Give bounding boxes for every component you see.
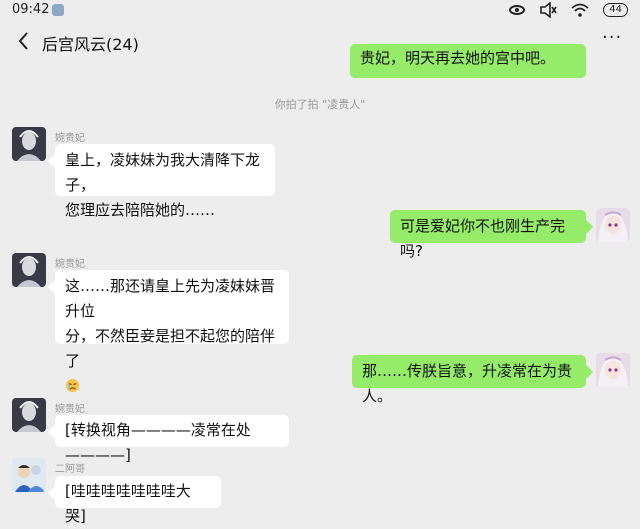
message-bubble-in[interactable]: [转换视角————凌常在处————] <box>55 415 289 464</box>
message-text-line: 皇上，凌妹妹为我大清降下龙子， <box>65 151 261 194</box>
message-bubble-out[interactable]: 贵妃，明天再去她的宫中吧。 <box>350 44 586 78</box>
my-avatar[interactable] <box>596 353 630 387</box>
notification-app-icon <box>52 4 64 16</box>
more-icon[interactable]: ··· <box>602 29 622 50</box>
message-bubble-out[interactable]: 可是爱妃你不也刚生产完吗? <box>390 210 586 260</box>
avatar[interactable] <box>12 127 46 161</box>
message-text-line: 这……那还请皇上先为凌妹妹晋升位 <box>65 277 276 320</box>
system-notice: 你拍了拍 "凌贵人" <box>274 98 366 111</box>
sender-name: 二阿哥 <box>55 464 85 475</box>
status-icons: 44 <box>509 2 628 18</box>
avatar-image <box>12 398 46 432</box>
avatar[interactable] <box>12 458 46 492</box>
my-avatar[interactable] <box>596 208 630 242</box>
message-text-line: 您理应去陪陪她的…… <box>65 201 216 219</box>
message-text: [哇哇哇哇哇哇哇大哭] <box>65 482 191 525</box>
message-text: [转换视角————凌常在处————] <box>65 421 251 464</box>
message-text: 可是爱妃你不也刚生产完吗? <box>400 217 566 260</box>
eye-icon <box>509 5 526 15</box>
avatar-image <box>596 208 630 242</box>
avatar[interactable] <box>12 253 46 287</box>
avatar-image <box>12 458 46 492</box>
message-bubble-in[interactable]: 这……那还请皇上先为凌妹妹晋升位 分，不然臣妾是担不起您的陪伴了 <box>55 270 289 393</box>
avatar-image <box>12 127 46 161</box>
battery-indicator: 44 <box>603 3 628 17</box>
sender-name: 婉贵妃 <box>55 404 85 415</box>
mute-icon <box>540 2 557 18</box>
avatar[interactable] <box>12 398 46 432</box>
avatar-image <box>12 253 46 287</box>
sad-face-emoji-icon <box>65 378 80 393</box>
message-text-line: 分，不然臣妾是担不起您的陪伴了 <box>65 327 276 370</box>
avatar-image <box>596 353 630 387</box>
chat-title: 后宫风云(24) <box>42 35 139 54</box>
status-time: 09:42 <box>12 2 50 17</box>
sender-name: 婉贵妃 <box>55 259 85 270</box>
back-icon[interactable] <box>14 30 34 52</box>
message-text: 那……传朕旨意，升凌常在为贵人。 <box>362 362 573 405</box>
message-bubble-in[interactable]: [哇哇哇哇哇哇哇大哭] <box>55 476 221 525</box>
message-bubble-in[interactable]: 皇上，凌妹妹为我大清降下龙子， 您理应去陪陪她的…… <box>55 144 275 219</box>
message-text: 贵妃，明天再去她的宫中吧。 <box>360 49 556 67</box>
wifi-icon <box>571 3 589 17</box>
sender-name: 婉贵妃 <box>55 133 85 144</box>
message-bubble-out[interactable]: 那……传朕旨意，升凌常在为贵人。 <box>352 355 586 405</box>
status-bar: 09:42 44 <box>0 0 640 22</box>
